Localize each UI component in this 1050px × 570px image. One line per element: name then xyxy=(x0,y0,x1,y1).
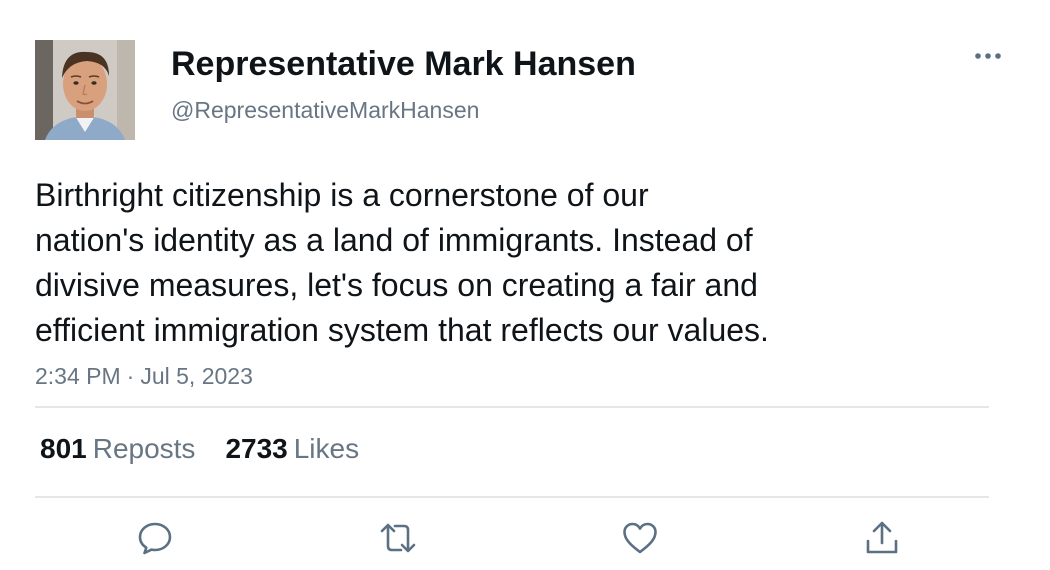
tweet-text-line: nation's identity as a land of immigrant… xyxy=(35,222,753,258)
engagement-stats: 801 Reposts 2733 Likes xyxy=(40,432,359,466)
repost-button[interactable] xyxy=(378,518,418,558)
tweet-text-line: Birthright citizenship is a cornerstone … xyxy=(35,177,649,213)
tweet-time: 2:34 PM xyxy=(35,363,121,389)
share-upload-icon xyxy=(866,521,898,554)
avatar[interactable] xyxy=(35,40,135,140)
like-button[interactable] xyxy=(620,518,660,558)
likes-label: Likes xyxy=(293,433,360,464)
divider xyxy=(35,496,989,498)
tweet-text-line: efficient immigration system that reflec… xyxy=(35,312,769,348)
tweet-date: Jul 5, 2023 xyxy=(140,363,253,389)
likes-stat[interactable]: 2733 Likes xyxy=(225,432,359,466)
avatar-portrait-image xyxy=(35,40,135,140)
likes-count: 2733 xyxy=(225,433,288,464)
author-display-name[interactable]: Representative Mark Hansen xyxy=(171,44,636,84)
more-horizontal-icon xyxy=(975,53,1001,59)
repost-arrows-icon xyxy=(380,523,416,553)
tweet-text: Birthright citizenship is a cornerstone … xyxy=(35,173,915,353)
reposts-label: Reposts xyxy=(92,433,196,464)
timestamp-separator: · xyxy=(126,363,135,389)
share-button[interactable] xyxy=(862,518,902,558)
more-options-button[interactable] xyxy=(972,44,1004,68)
reply-button[interactable] xyxy=(135,518,175,558)
reposts-stat[interactable]: 801 Reposts xyxy=(40,432,195,466)
reposts-count: 801 xyxy=(40,433,87,464)
reply-bubble-icon xyxy=(138,522,172,555)
heart-icon xyxy=(623,522,657,554)
tweet-timestamp[interactable]: 2:34 PM · Jul 5, 2023 xyxy=(35,362,253,390)
divider xyxy=(35,406,989,408)
tweet-text-line: divisive measures, let's focus on creati… xyxy=(35,267,758,303)
author-handle[interactable]: @RepresentativeMarkHansen xyxy=(171,96,479,124)
